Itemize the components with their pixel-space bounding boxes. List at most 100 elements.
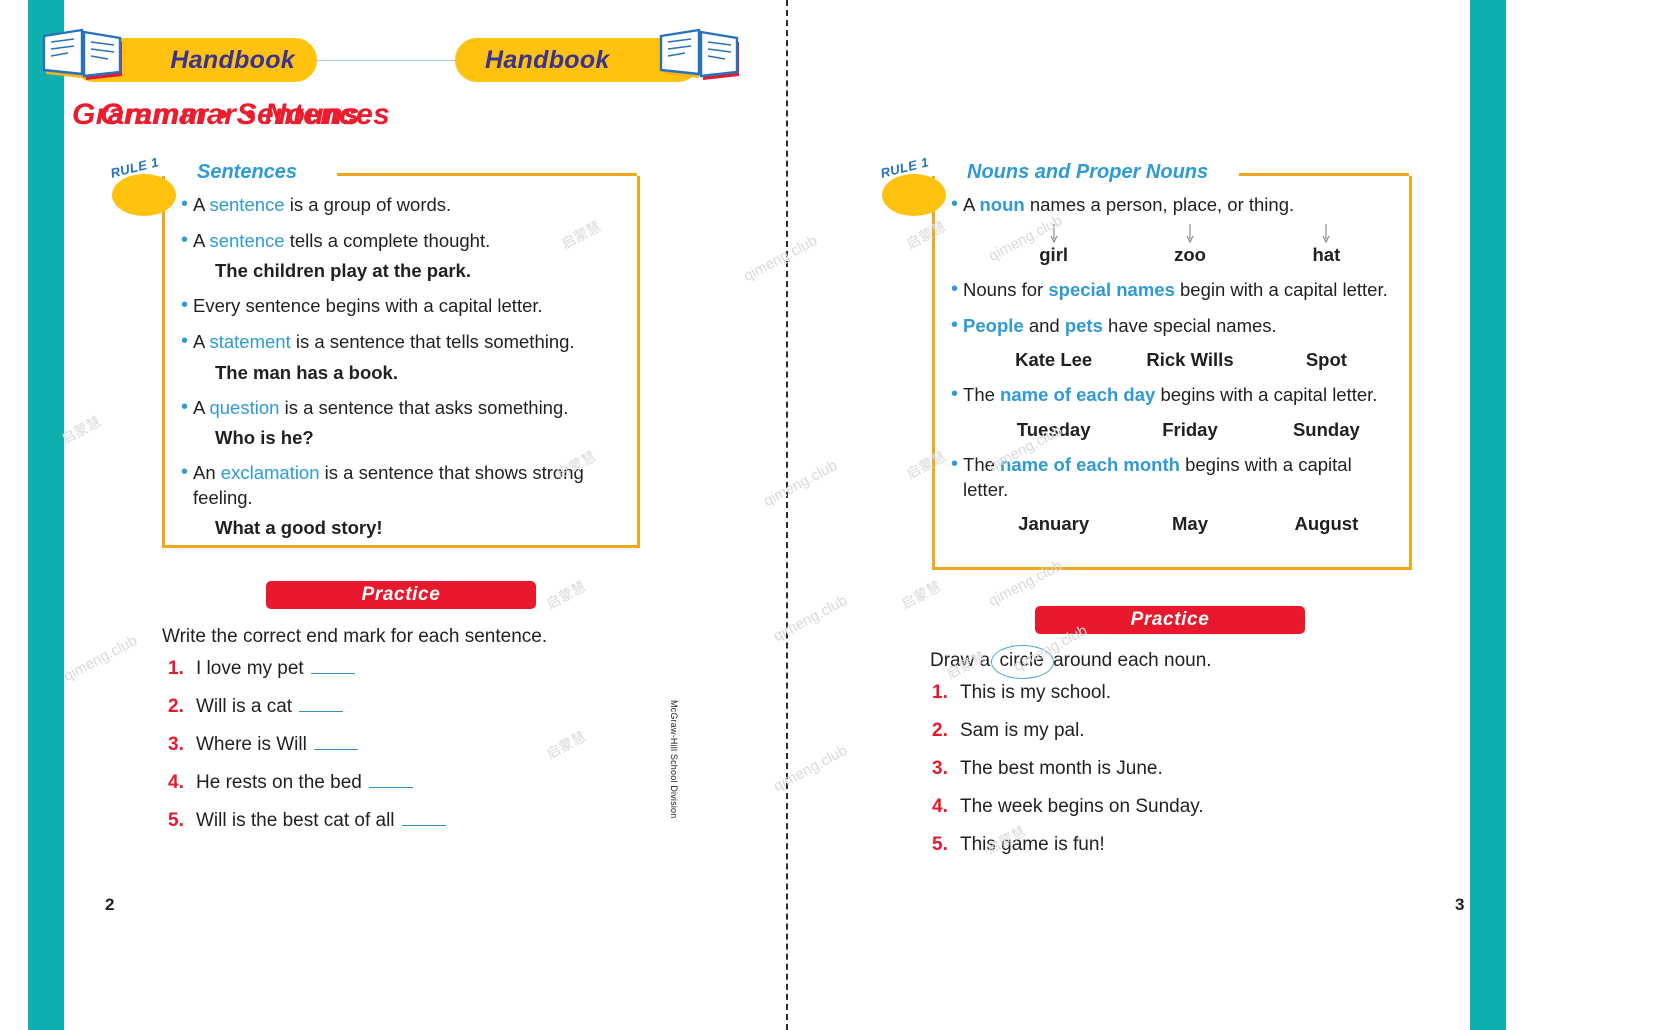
rule-example-sentence: The man has a book.: [215, 361, 398, 383]
rule-box-right: Nouns and Proper Nouns • A noun names a p…: [932, 161, 1412, 570]
practice-banner-left: Practice: [266, 581, 536, 609]
rule-example-word: Rick Wills: [1146, 349, 1234, 371]
practice-item-number: 2.: [932, 720, 948, 741]
rule-bullet-text: A sentence tells a complete thought.: [193, 230, 491, 252]
rule-bullet-text: Every sentence begins with a capital let…: [193, 295, 543, 317]
bullet-icon: •: [181, 193, 189, 215]
practice-item-text: I love my pet: [196, 658, 304, 679]
rule-example-word-row: girl zoo hat: [985, 244, 1395, 266]
practice-item-text: This game is fun!: [960, 834, 1105, 855]
bullet-icon: •: [181, 229, 189, 252]
practice-item-number: 5.: [168, 810, 184, 831]
rule-example-word: zoo: [1174, 244, 1206, 266]
practice-item-text: This is my school.: [960, 682, 1111, 703]
answer-blank[interactable]: [368, 774, 413, 788]
rule-example-word: Sunday: [1292, 418, 1360, 440]
practice-item-text: Sam is my pal.: [960, 720, 1085, 741]
rule-bullet-item: • An exclamation is a sentence that shows…: [181, 460, 623, 510]
bullet-icon: •: [951, 278, 959, 301]
down-arrow-icon: [1322, 224, 1330, 244]
practice-item-text: Will is the best cat of all: [196, 810, 395, 831]
circled-word-circle: circle: [991, 645, 1055, 679]
practice-item[interactable]: 3. The best month is June.: [932, 758, 1204, 780]
rule-bullet-text: A noun names a person, place, or thing.: [963, 194, 1295, 215]
rule-bullet-text: The name of each month begins with a cap…: [963, 453, 1352, 500]
rule-badge-right: RULE 1: [878, 154, 948, 216]
bullet-icon: •: [181, 330, 189, 353]
rule-example-sentence: Who is he?: [215, 426, 314, 448]
rule-example-word-row: Kate Lee Rick Wills Spot: [985, 349, 1395, 371]
center-fold-dashed-line: [786, 0, 788, 1030]
rule-list-right: • A noun names a person, place, or thing.…: [935, 176, 1409, 556]
practice-item[interactable]: 1. I love my pet: [168, 658, 446, 680]
practice-item-text: He rests on the bed: [196, 772, 362, 793]
rule-example-word: August: [1294, 512, 1359, 534]
practice-intro-right: Draw a circle around each noun.: [930, 645, 1212, 679]
practice-item[interactable]: 2. Sam is my pal.: [932, 720, 1204, 742]
practice-item[interactable]: 3. Where is Will: [168, 734, 446, 756]
bullet-icon: •: [181, 460, 189, 483]
page-number-left: 2: [105, 895, 115, 914]
rule-bullet-text: The name of each day begins with a capit…: [963, 384, 1378, 406]
rule-bullet-item: • The name of each day begins with a capi…: [951, 382, 1395, 407]
practice-label-right: Practice: [1130, 609, 1210, 630]
rule-box-left: Sentences • A sentence is a group of word…: [162, 161, 640, 548]
rule-bullet-text: An exclamation is a sentence that shows …: [193, 461, 584, 508]
practice-item[interactable]: 1. This is my school.: [932, 682, 1204, 704]
practice-item-text: The week begins on Sunday.: [960, 796, 1204, 817]
bullet-icon: •: [951, 314, 959, 337]
answer-blank[interactable]: [299, 698, 344, 712]
practice-item[interactable]: 5. Will is the best cat of all: [168, 810, 446, 832]
answer-blank[interactable]: [310, 660, 355, 674]
practice-item-number: 3.: [168, 734, 184, 755]
practice-item[interactable]: 5. This game is fun!: [932, 834, 1204, 856]
practice-list-left: 1. I love my pet 2. Will is a cat 3. Where is…: [168, 658, 446, 848]
bullet-icon: •: [181, 294, 189, 317]
rule-example-word: girl: [1039, 244, 1069, 266]
rule-title-left: Sentences: [191, 161, 308, 184]
right-spine-bar: [1470, 0, 1506, 1030]
rule-bullet-item: • Nouns for special names begin with a ca…: [951, 277, 1395, 302]
rule-badge-ellipse-right: [882, 174, 946, 216]
rule-bullet-item: • Every sentence begins with a capital le…: [181, 293, 623, 318]
open-book-icon-right: [655, 22, 747, 84]
practice-item[interactable]: 2. Will is a cat: [168, 696, 446, 718]
practice-item[interactable]: 4. He rests on the bed: [168, 772, 446, 794]
practice-item-text: Will is a cat: [196, 696, 293, 717]
practice-item[interactable]: 4. The week begins on Sunday.: [932, 796, 1204, 818]
handbook-label-right: Handbook: [485, 45, 610, 74]
rule-title-right: Nouns and Proper Nouns: [961, 161, 1219, 184]
rule-box-topline-left: [337, 173, 637, 176]
rule-example-word: Spot: [1305, 349, 1347, 371]
rule-badge-left: RULE 1: [108, 154, 178, 216]
practice-item-number: 2.: [168, 696, 184, 717]
practice-intro-left: Write the correct end mark for each sent…: [162, 626, 548, 647]
rule-bullet-text: A sentence is a group of words.: [193, 194, 452, 215]
practice-item-text: The best month is June.: [960, 758, 1163, 779]
practice-item-text: Where is Will: [196, 734, 307, 755]
rule-example-word: May: [1172, 512, 1208, 534]
page-number-right: 3: [1455, 895, 1465, 914]
bullet-icon: •: [181, 395, 189, 418]
arrow-row: [985, 224, 1395, 246]
practice-item-number: 1.: [932, 682, 948, 703]
down-arrow-icon: [1050, 224, 1058, 244]
rule-bullet-item: • A noun names a person, place, or thing.: [951, 192, 1395, 217]
practice-item-number: 5.: [932, 834, 948, 855]
rule-example-word: Tuesday: [1016, 418, 1091, 440]
rule-example-word: Kate Lee: [1015, 349, 1093, 371]
bullet-icon: •: [951, 193, 959, 215]
answer-blank[interactable]: [401, 812, 446, 826]
practice-item-number: 4.: [168, 772, 184, 793]
practice-label-left: Practice: [361, 584, 441, 605]
left-spine-bar: [28, 0, 64, 1030]
bullet-icon: •: [951, 452, 959, 475]
rule-example-word: Friday: [1162, 418, 1218, 440]
rule-example-sentence: What a good story!: [215, 517, 383, 539]
down-arrow-icon: [1186, 224, 1194, 244]
rule-bullet-item: • A sentence is a group of words.: [181, 192, 623, 217]
answer-blank[interactable]: [313, 736, 358, 750]
rule-bullet-text: Nouns for special names begin with a cap…: [963, 279, 1388, 301]
rule-bullet-text: A statement is a sentence that tells som…: [193, 331, 575, 353]
practice-list-right: 1. This is my school. 2. Sam is my pal. 3. T…: [932, 682, 1204, 872]
